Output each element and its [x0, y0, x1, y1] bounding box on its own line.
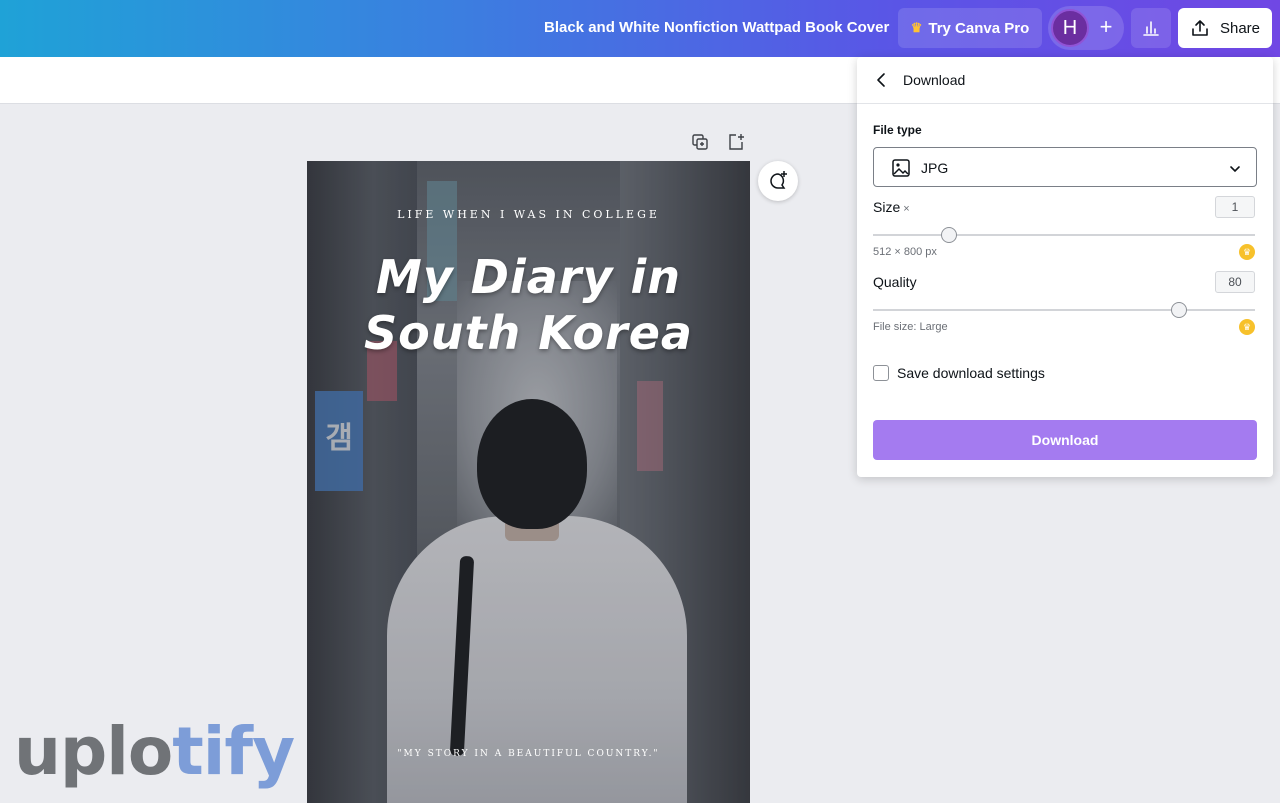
watermark-part2: tify — [172, 713, 295, 790]
image-icon — [892, 159, 910, 177]
cover-title-line1: My Diary in — [376, 250, 681, 304]
cover-title-line2: South Korea — [364, 306, 693, 360]
size-label-text: Size — [873, 199, 901, 215]
size-slider-handle[interactable] — [941, 227, 958, 243]
quality-input[interactable]: 80 — [1215, 271, 1255, 293]
quality-slider[interactable] — [873, 302, 1255, 318]
design-canvas[interactable]: 갬 LIFE WHEN I WAS IN COLLEGE My Diary in… — [307, 161, 750, 803]
avatar[interactable]: H — [1051, 9, 1089, 47]
cover-kicker[interactable]: LIFE WHEN I WAS IN COLLEGE — [307, 208, 750, 221]
quality-slider-handle[interactable] — [1170, 302, 1187, 318]
top-bar: Black and White Nonfiction Wattpad Book … — [0, 0, 1280, 57]
insights-button[interactable] — [1131, 8, 1171, 48]
download-panel-header: Download — [857, 57, 1273, 104]
chevron-down-icon — [1230, 166, 1240, 173]
download-button[interactable]: Download — [873, 420, 1257, 460]
quality-hint: File size: Large — [873, 321, 948, 333]
file-type-label: File type — [873, 123, 922, 137]
file-type-value: JPG — [921, 160, 949, 176]
try-canva-pro-button[interactable]: ♛ Try Canva Pro — [898, 8, 1042, 48]
add-collaborator-button[interactable]: + — [1094, 14, 1118, 40]
add-comment-button[interactable] — [758, 161, 798, 201]
share-button[interactable]: Share — [1178, 8, 1272, 48]
size-input[interactable]: 1 — [1215, 196, 1255, 218]
watermark-part1: uplo — [14, 713, 173, 790]
download-panel-title: Download — [903, 72, 966, 88]
share-label: Share — [1219, 19, 1261, 37]
add-page-icon[interactable] — [727, 133, 745, 151]
uplotify-watermark: uplotify — [14, 712, 295, 792]
pro-crown-icon: ♛ — [1239, 319, 1255, 335]
crown-icon: ♛ — [910, 20, 923, 35]
download-panel: Download File type JPG Size × 1 512 × 800… — [857, 57, 1273, 477]
size-mark: × — [903, 203, 910, 215]
cover-title[interactable]: My Diary in South Korea — [307, 249, 750, 361]
try-pro-label: Try Canva Pro — [928, 19, 1030, 37]
bar-chart-icon — [1143, 21, 1159, 36]
cover-tagline[interactable]: "MY STORY IN A BEAUTIFUL COUNTRY." — [307, 749, 750, 759]
file-type-select[interactable]: JPG — [873, 147, 1257, 187]
chevron-left-icon[interactable] — [873, 71, 891, 89]
save-settings-label[interactable]: Save download settings — [897, 365, 1045, 381]
document-title[interactable]: Black and White Nonfiction Wattpad Book … — [544, 19, 889, 36]
share-upload-icon — [1192, 20, 1208, 36]
save-settings-checkbox[interactable] — [873, 365, 889, 381]
pro-crown-icon: ♛ — [1239, 244, 1255, 260]
size-label: Size × — [873, 199, 910, 215]
size-hint: 512 × 800 px — [873, 246, 937, 258]
quality-label: Quality — [873, 274, 917, 290]
collaborators-group: H + — [1048, 6, 1124, 50]
add-comment-icon — [770, 171, 787, 189]
duplicate-page-icon[interactable] — [691, 133, 709, 151]
size-slider[interactable] — [873, 227, 1255, 243]
